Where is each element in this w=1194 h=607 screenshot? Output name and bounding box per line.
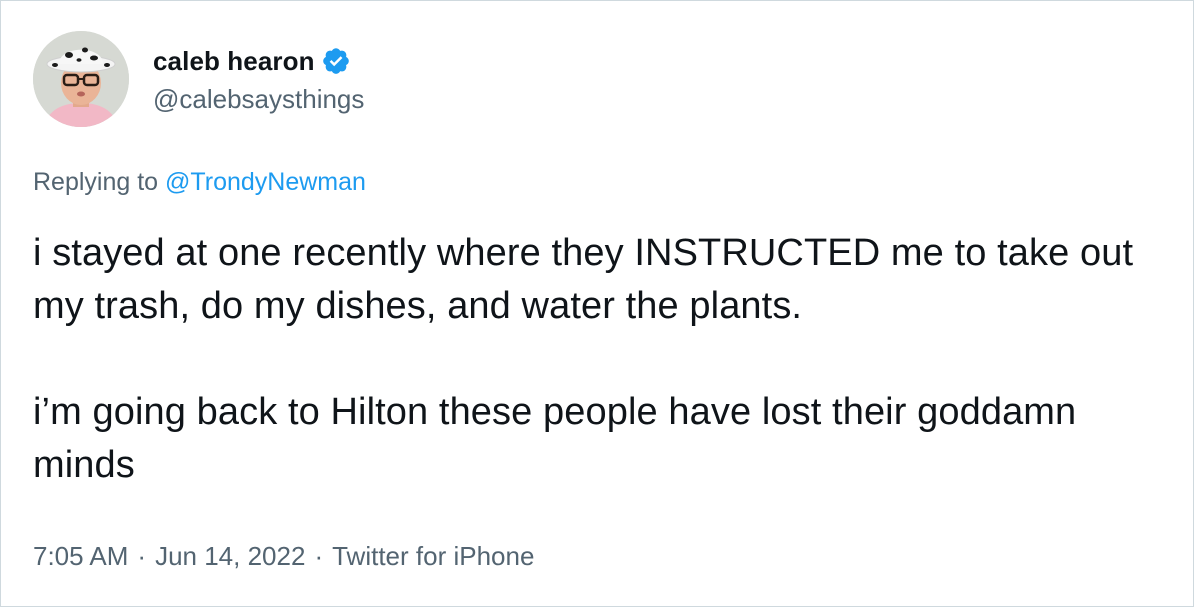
avatar-image xyxy=(33,31,129,127)
tweet-card: caleb hearon @calebsaysthings Replying t… xyxy=(0,0,1194,607)
tweet-meta: 7:05 AM · Jun 14, 2022 · Twitter for iPhone xyxy=(33,539,534,573)
meta-separator: · xyxy=(314,541,324,571)
user-handle[interactable]: @calebsaysthings xyxy=(153,82,364,116)
reply-handle-link[interactable]: @TrondyNewman xyxy=(165,168,366,196)
tweet-header: caleb hearon @calebsaysthings xyxy=(33,31,364,127)
replying-to-label: Replying to xyxy=(33,168,166,196)
tweet-paragraph: i’m going back to Hilton these people ha… xyxy=(33,391,1077,486)
meta-separator: · xyxy=(137,541,147,571)
tweet-time[interactable]: 7:05 AM xyxy=(33,541,128,571)
tweet-source[interactable]: Twitter for iPhone xyxy=(332,541,534,571)
tweet-date[interactable]: Jun 14, 2022 xyxy=(155,541,305,571)
verified-badge-icon xyxy=(321,46,351,76)
display-name[interactable]: caleb hearon xyxy=(153,44,315,78)
name-row: caleb hearon xyxy=(153,44,364,78)
user-identity: caleb hearon @calebsaysthings xyxy=(153,44,364,116)
replying-to: Replying to @TrondyNewman xyxy=(33,167,366,197)
avatar[interactable] xyxy=(33,31,129,127)
tweet-paragraph: i stayed at one recently where they INST… xyxy=(33,232,1134,327)
tweet-text: i stayed at one recently where they INST… xyxy=(33,227,1173,492)
